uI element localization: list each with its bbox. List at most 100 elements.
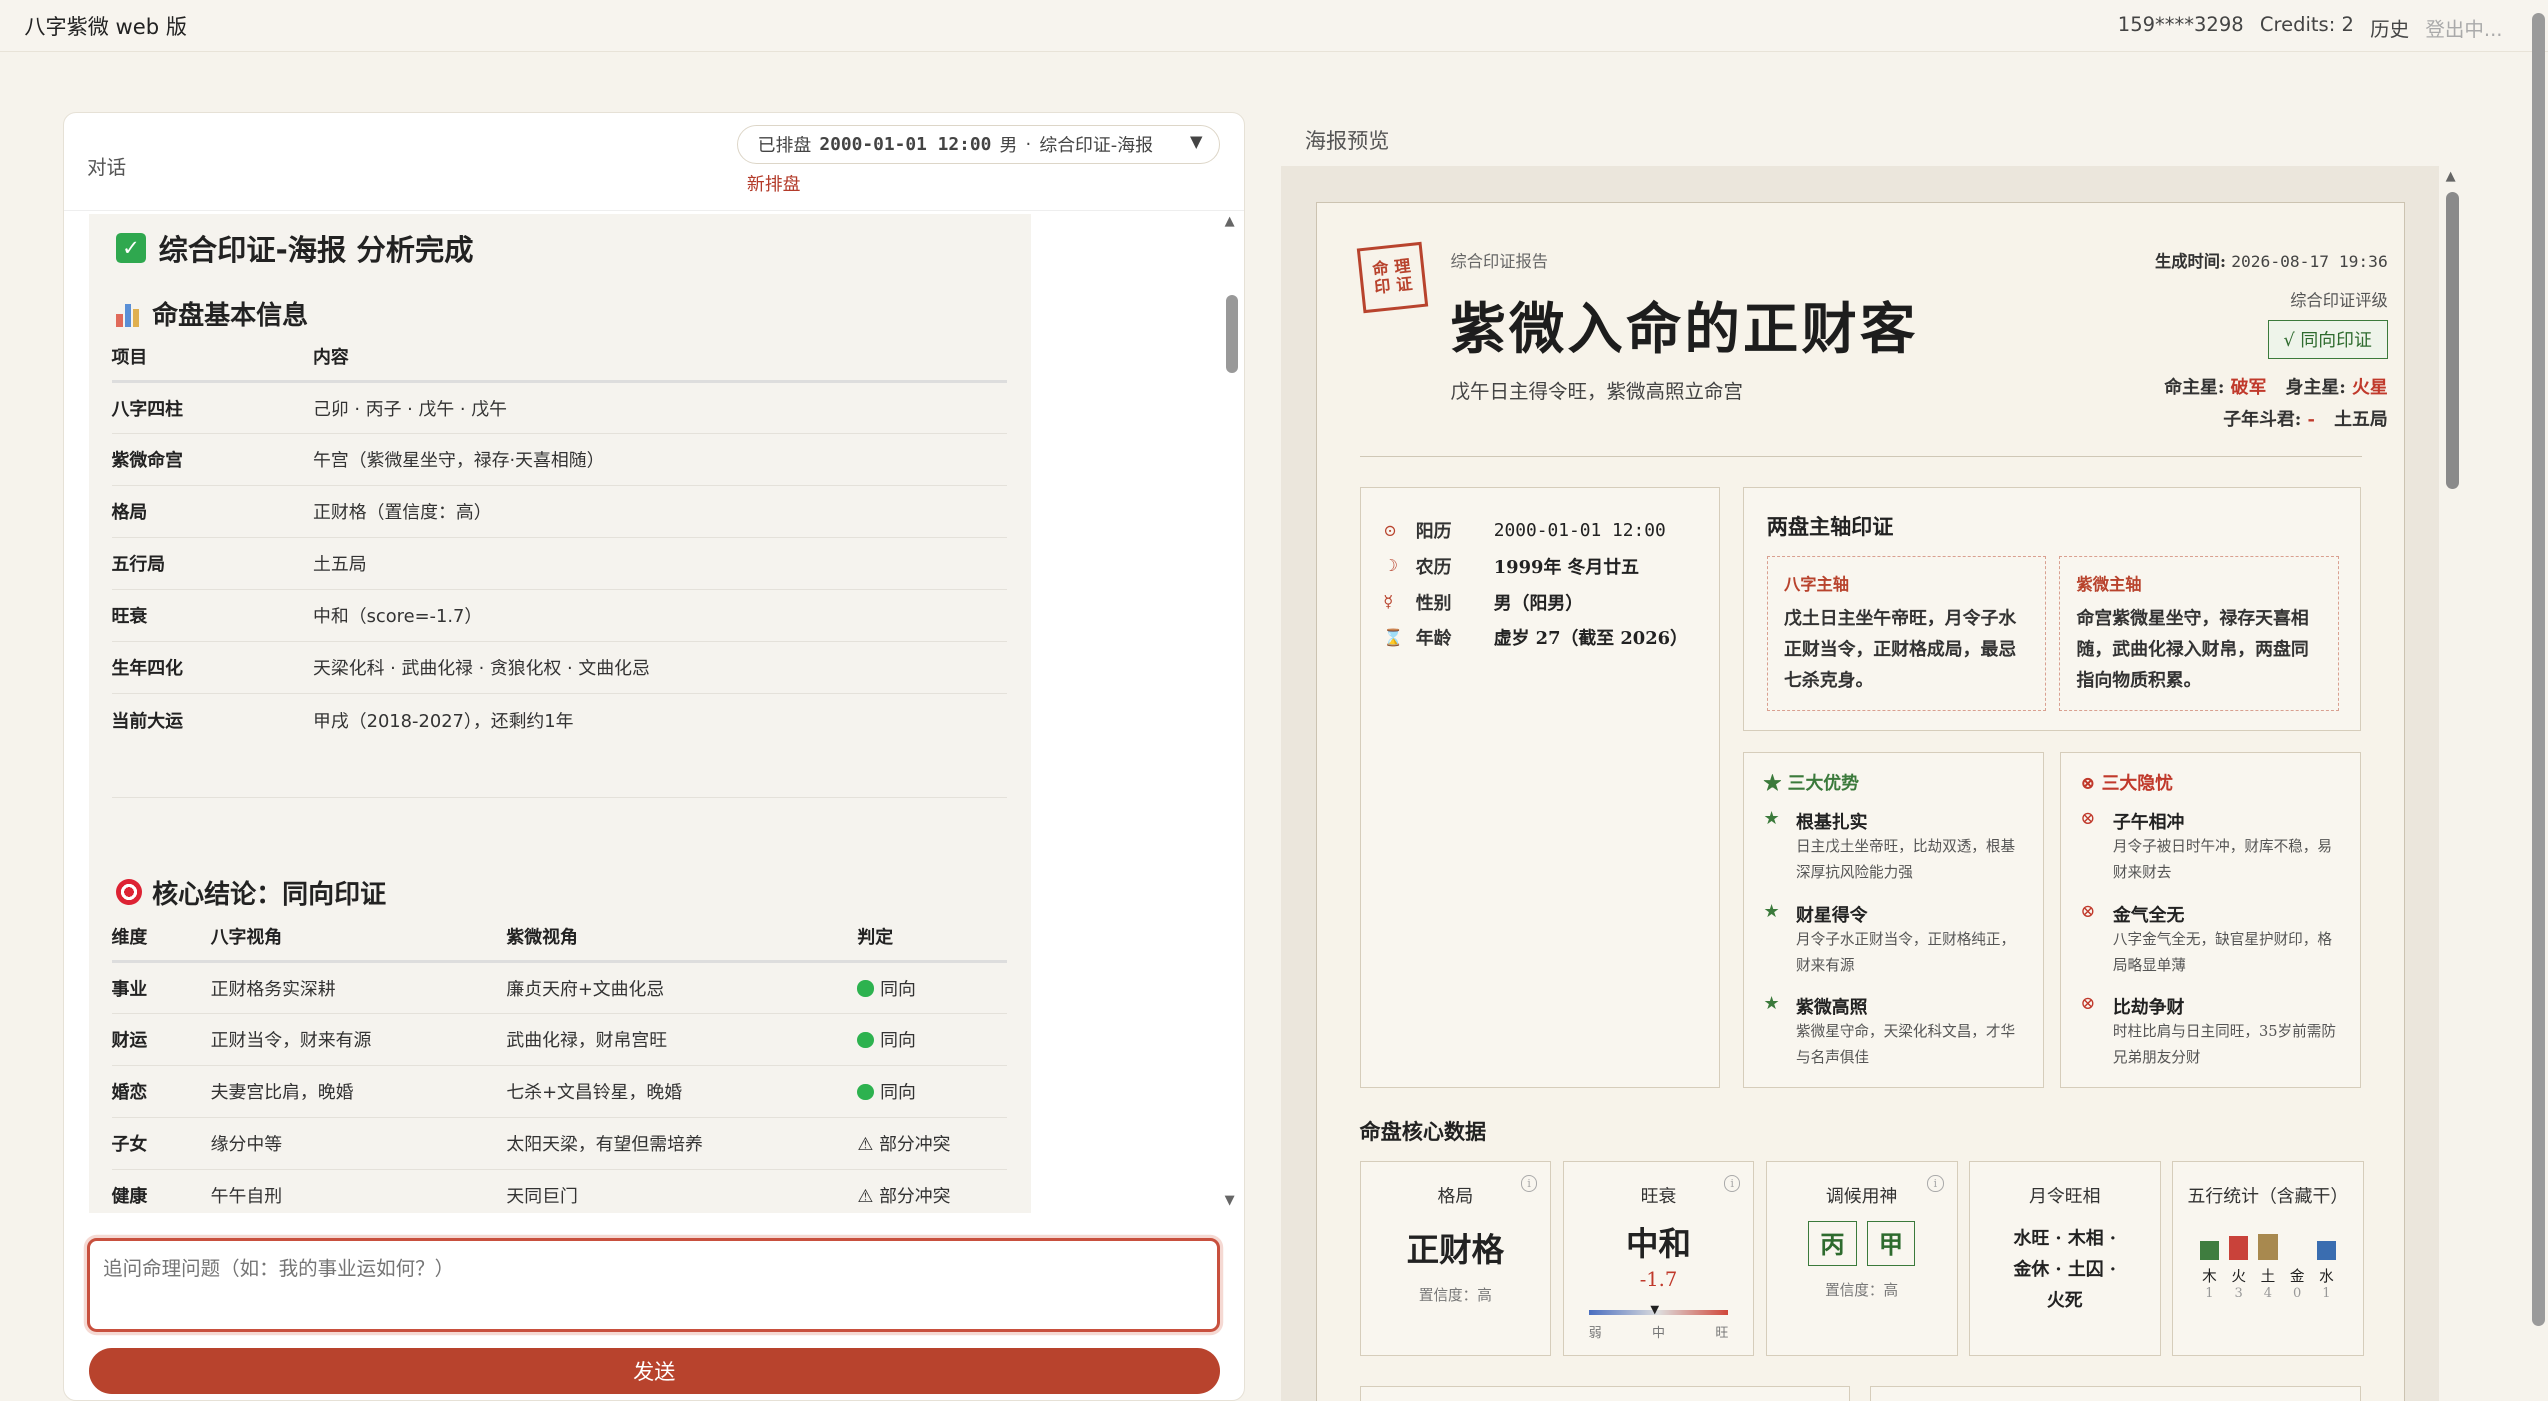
poster-preview: 命 理 印 证 综合印证报告 紫微入命的正财客 戊午日主得令旺，紫微高照立命宫 …: [1280, 165, 2440, 1401]
yongshen-stems: 丙 甲: [1767, 1220, 1957, 1267]
bar-chart-icon: [116, 301, 142, 327]
star-icon: ★: [1763, 773, 1788, 794]
card-score: -1.7: [1639, 1267, 1678, 1291]
wuxing-label: 水1: [2317, 1260, 2337, 1301]
table-cell: 事业: [111, 961, 211, 1014]
card-value: 正财格: [1406, 1230, 1505, 1269]
wuxing-bar-fill: [2316, 1241, 2337, 1260]
item-name: 金气全无: [2112, 904, 2185, 926]
divider: [1359, 456, 2363, 457]
scroll-down-icon[interactable]: ▼: [1225, 1193, 1235, 1208]
card-note: 置信度：高: [1418, 1287, 1492, 1304]
stem-box: 甲: [1866, 1220, 1916, 1267]
table-cell: 子女: [111, 1117, 211, 1170]
table-cell: 正财格务实深耕: [210, 961, 507, 1014]
logout-link[interactable]: 登出中...: [2425, 13, 2502, 42]
poster: 命 理 印 证 综合印证报告 紫微入命的正财客 戊午日主得令旺，紫微高照立命宫 …: [1316, 201, 2405, 1401]
scroll-up-icon[interactable]: ▲: [2446, 169, 2456, 184]
table-cell: 武曲化禄，财帛宫旺: [506, 1013, 858, 1066]
item-desc: 紫微星守命，天梁化科文昌，才华与名声俱佳: [1796, 1023, 2016, 1067]
table-cell: 己卯 · 丙子 · 戊午 · 戊午: [313, 381, 1007, 434]
star-info: 命主星: 破军 身主星: 火星 子年斗君: - 土五局: [2164, 372, 2387, 437]
history-link[interactable]: 历史: [2370, 13, 2409, 42]
table-header-row: 维度 八字视角 紫微视角 判定: [111, 912, 1007, 963]
yueling-line: 水旺 · 木相 ·: [2013, 1228, 2117, 1249]
strength-scale: 弱 中 旺: [1589, 1322, 1729, 1341]
table-cell: 天同巨门: [506, 1169, 858, 1214]
card-note: 置信度：高: [1825, 1282, 1899, 1300]
core-data-heading: 命盘核心数据: [1359, 1118, 1487, 1144]
generated-time-value: 2026-08-17 19:36: [2231, 252, 2388, 271]
seal-stamp: 命 理 印 证: [1356, 241, 1428, 313]
cross-circle-icon: ⊗: [2080, 808, 2096, 829]
cross-circle-icon: ⊗: [2080, 900, 2096, 922]
wuxing-label: 火3: [2229, 1260, 2249, 1301]
wuxing-name: 金: [2289, 1267, 2305, 1285]
info-icon[interactable]: i: [1724, 1175, 1741, 1192]
table-cell: ⚠ 部分冲突: [857, 1117, 1007, 1170]
stem-box: 丙: [1808, 1220, 1857, 1267]
preview-scrollbar[interactable]: ▲: [2441, 166, 2464, 1401]
question-input[interactable]: [90, 1240, 1217, 1329]
table-cell: 廉贞天府+文曲化忌: [506, 961, 858, 1014]
item-desc: 时柱比肩与日主同旺，35岁前需防兄弟朋友分财: [2112, 1023, 2336, 1067]
dou-value: -: [2307, 409, 2315, 430]
wuxing-name: 火: [2231, 1267, 2246, 1285]
axis-box: 两盘主轴印证 八字主轴 戊土日主坐午帝旺，月令子水正财当令，正财格成局，最忌七杀…: [1743, 486, 2361, 731]
chart-mode: 综合印证-海报: [1039, 135, 1153, 156]
info-icon[interactable]: i: [1927, 1175, 1944, 1192]
table-cell: 同向: [857, 961, 1007, 1014]
cross-circle-icon: ⊗: [2080, 773, 2102, 794]
table-cell: 午午自刑: [210, 1169, 507, 1214]
item-desc: 日主戊土坐帝旺，比劫双透，根基深厚抗风险能力强: [1796, 838, 2016, 881]
advantage-item: ★ 财星得令 月令子水正财当令，正财格纯正，财来有源: [1764, 901, 2024, 979]
scale-low: 弱: [1588, 1325, 1602, 1341]
wuxing-labels: 木1火3土4金0水1: [2173, 1260, 2363, 1301]
birth-row: ☿ 性别 男（阳男）: [1383, 589, 1583, 615]
scroll-thumb[interactable]: [2445, 191, 2459, 490]
wuxing-name: 水: [2319, 1267, 2334, 1285]
chart-gender: 男: [999, 135, 1018, 156]
geju-card: i 格局 正财格 置信度：高: [1359, 1161, 1552, 1357]
scroll-thumb[interactable]: [2531, 13, 2545, 1326]
new-chart-link[interactable]: 新排盘: [747, 170, 801, 196]
basic-info-table: 项目 内容 八字四柱 己卯 · 丙子 · 戊午 · 戊午 紫微命宫 午宫（紫微星坐守…: [111, 332, 1007, 746]
star-icon: ★: [1763, 808, 1780, 829]
scroll-thumb[interactable]: [1226, 295, 1238, 374]
generated-time-label: 生成时间:: [2155, 252, 2227, 271]
verdict-text: 同向: [880, 1082, 916, 1104]
top-bar: 八字紫微 web 版 159****3298 Credits: 2 历史 登出中…: [0, 0, 2548, 52]
moon-icon: ☽: [1383, 556, 1398, 576]
table-cell: 健康: [111, 1169, 211, 1214]
send-button[interactable]: 发送: [88, 1348, 1220, 1394]
verdict-text: 同向: [880, 1030, 916, 1052]
verdict-text: 同向: [880, 978, 916, 1000]
chat-scrollbar[interactable]: ▲ ▼: [1223, 214, 1243, 1208]
table-row: 健康 午午自刑 天同巨门 ⚠ 部分冲突: [111, 1169, 1007, 1214]
scroll-up-icon[interactable]: ▲: [1225, 214, 1235, 229]
item-desc: 八字金气全无，缺官星护财印，格局略显单薄: [2112, 930, 2333, 974]
axis-heading: 两盘主轴印证: [1766, 513, 1894, 539]
chart-selector[interactable]: 已排盘 2000-01-01 12:00 男 · 综合印证-海报 ▼: [737, 124, 1220, 164]
table-cell: 七杀+文昌铃星，晚婚: [506, 1065, 858, 1118]
table-row: 格局 正财格（置信度：高）: [111, 485, 1007, 538]
info-icon[interactable]: i: [1521, 1175, 1538, 1192]
wuxing-bar-fill: [2228, 1236, 2249, 1260]
table-cell: 五行局: [111, 537, 313, 590]
window-scrollbar[interactable]: [2529, 0, 2548, 1401]
table-header: 判定: [857, 912, 1007, 963]
chat-panel: 对话 已排盘 2000-01-01 12:00 男 · 综合印证-海报 ▼ 新排…: [63, 112, 1245, 1401]
message-heading-text: 综合印证-海报 分析完成: [158, 232, 474, 267]
yueling-line: 金休 · 土囚 ·: [2013, 1258, 2117, 1280]
wuxing-label: 木1: [2200, 1260, 2220, 1301]
star-icon: ★: [1763, 993, 1780, 1015]
shen-value: 火星: [2352, 376, 2388, 398]
table-cell: 财运: [111, 1013, 211, 1066]
table-cell: 同向: [857, 1013, 1007, 1066]
risks-box: ⊗ 三大隐忧 ⊗ 子午相冲 月令子被日时午冲，财库不稳，易财来财去 ⊗ 金气全无 八字金…: [2059, 751, 2361, 1089]
risk-item: ⊗ 子午相冲 月令子被日时午冲，财库不稳，易财来财去: [2080, 808, 2340, 886]
check-icon: ✓: [116, 233, 146, 263]
advantages-heading: ★ 三大优势: [1764, 769, 2024, 795]
basic-info-heading-text: 命盘基本信息: [152, 301, 309, 332]
birth-label: 农历: [1415, 556, 1452, 578]
